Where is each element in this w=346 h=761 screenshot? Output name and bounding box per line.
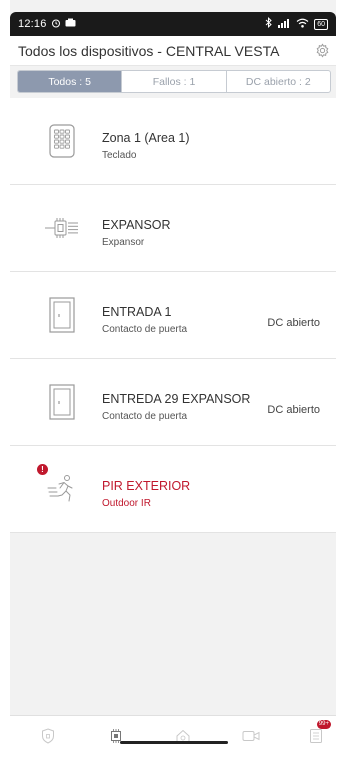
device-list: Zona 1 (Area 1) Teclado EXPANSOR Expanso… [10, 98, 336, 533]
tab-todos[interactable]: Todos : 5 [18, 71, 122, 92]
cell-signal-icon [277, 18, 291, 31]
app-bar: Todos los dispositivos - CENTRAL VESTA [10, 36, 336, 66]
page-title: Todos los dispositivos - CENTRAL VESTA [18, 42, 280, 59]
status-bar: 12:16 60 [10, 12, 336, 36]
door-contact-icon [42, 292, 82, 338]
expander-icon [42, 205, 82, 251]
device-name: Zona 1 (Area 1) [102, 131, 190, 145]
pir-motion-icon [42, 466, 82, 512]
keypad-icon [42, 118, 82, 164]
filter-tabs: Todos : 5 Fallos : 1 DC abierto : 2 [17, 70, 331, 93]
device-name: ENTREDA 29 EXPANSOR [102, 392, 251, 406]
events-list-icon[interactable]: 99+ [306, 720, 331, 746]
device-row-pir-exterior[interactable]: ! PIR EXTERIOR Outdoor IR [10, 446, 336, 533]
home-indicator[interactable] [120, 741, 228, 744]
gear-icon[interactable] [314, 43, 330, 59]
device-type: Expansor [102, 237, 145, 248]
camera-icon[interactable] [241, 726, 261, 746]
status-time: 12:16 [18, 18, 47, 30]
device-name: PIR EXTERIOR [102, 479, 191, 493]
device-status: DC abierto [267, 404, 320, 416]
device-row-entreda-29[interactable]: ENTREDA 29 EXPANSOR Contacto de puerta D… [10, 359, 336, 446]
wifi-icon [296, 18, 309, 31]
tab-dc-abierto[interactable]: DC abierto : 2 [225, 71, 330, 92]
device-row-entrada-1[interactable]: ENTRADA 1 Contacto de puerta DC abierto [10, 272, 336, 359]
tab-fallos[interactable]: Fallos : 1 [121, 71, 225, 92]
notification-count-badge: 99+ [316, 720, 331, 729]
device-status: DC abierto [267, 317, 320, 329]
bluetooth-icon [265, 17, 272, 31]
battery-icon: 60 [314, 18, 328, 30]
bottom-nav: 99+ [10, 715, 336, 761]
device-row-zona-1[interactable]: Zona 1 (Area 1) Teclado [10, 98, 336, 185]
device-row-expansor[interactable]: EXPANSOR Expansor [10, 185, 336, 272]
status-bar-left: 12:16 [18, 18, 76, 31]
device-type: Contacto de puerta [102, 411, 188, 422]
app-frame: 12:16 60 Todos los dispositivos - CENTRA… [0, 0, 346, 761]
device-type: Teclado [102, 150, 137, 161]
device-name: EXPANSOR [102, 218, 171, 232]
shield-icon[interactable] [38, 726, 58, 746]
alarm-clock-icon [51, 18, 61, 31]
door-contact-icon [42, 379, 82, 425]
app-notification-icon [65, 18, 76, 30]
status-bar-right: 60 [265, 17, 328, 31]
device-type: Outdoor IR [102, 498, 151, 509]
device-name: ENTRADA 1 [102, 305, 172, 319]
device-type: Contacto de puerta [102, 324, 188, 335]
